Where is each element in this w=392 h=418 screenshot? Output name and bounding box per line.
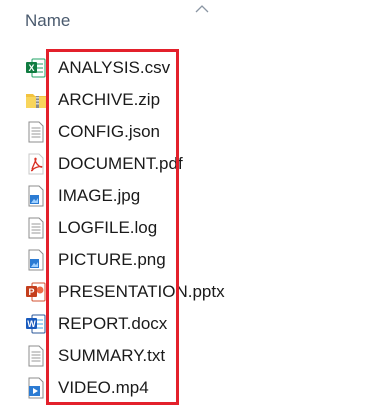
file-row[interactable]: DOCUMENT.pdf (0, 148, 392, 180)
svg-text:P: P (28, 287, 34, 297)
file-explorer-view: Name X ANALYSIS.csv ARCHIVE.zip CONFIG.j… (0, 0, 392, 418)
name-column-header[interactable]: Name (0, 0, 392, 40)
file-row[interactable]: X ANALYSIS.csv (0, 52, 392, 84)
powerpoint-icon: P (25, 281, 47, 303)
svg-text:X: X (28, 63, 34, 73)
file-row[interactable]: PICTURE.png (0, 244, 392, 276)
image-file-icon (25, 249, 47, 271)
video-file-icon (25, 377, 47, 399)
pdf-icon (25, 153, 47, 175)
text-document-icon (25, 217, 47, 239)
name-column-label: Name (25, 11, 71, 30)
file-name: IMAGE.jpg (58, 186, 141, 205)
file-row[interactable]: CONFIG.json (0, 116, 392, 148)
file-name: PRESENTATION.pptx (58, 282, 225, 301)
file-name: PICTURE.png (58, 250, 166, 269)
chevron-up-icon (194, 0, 210, 13)
file-row[interactable]: ARCHIVE.zip (0, 84, 392, 116)
file-name: VIDEO.mp4 (58, 378, 149, 397)
text-document-icon (25, 121, 47, 143)
file-name: ANALYSIS.csv (58, 58, 171, 77)
file-name: CONFIG.json (58, 122, 161, 141)
file-row[interactable]: SUMMARY.txt (0, 340, 392, 372)
file-row[interactable]: P PRESENTATION.pptx (0, 276, 392, 308)
file-name: LOGFILE.log (58, 218, 158, 237)
excel-icon: X (25, 57, 47, 79)
file-row[interactable]: IMAGE.jpg (0, 180, 392, 212)
file-row[interactable]: W REPORT.docx (0, 308, 392, 340)
zip-folder-icon (25, 89, 47, 111)
file-name: DOCUMENT.pdf (58, 154, 183, 173)
svg-text:W: W (27, 319, 36, 329)
file-name: REPORT.docx (58, 314, 168, 333)
file-row[interactable]: LOGFILE.log (0, 212, 392, 244)
image-file-icon (25, 185, 47, 207)
file-row[interactable]: VIDEO.mp4 (0, 372, 392, 404)
file-name: SUMMARY.txt (58, 346, 166, 365)
text-document-icon (25, 345, 47, 367)
word-icon: W (25, 313, 47, 335)
file-name: ARCHIVE.zip (58, 90, 161, 109)
file-list: X ANALYSIS.csv ARCHIVE.zip CONFIG.json D… (0, 52, 392, 404)
